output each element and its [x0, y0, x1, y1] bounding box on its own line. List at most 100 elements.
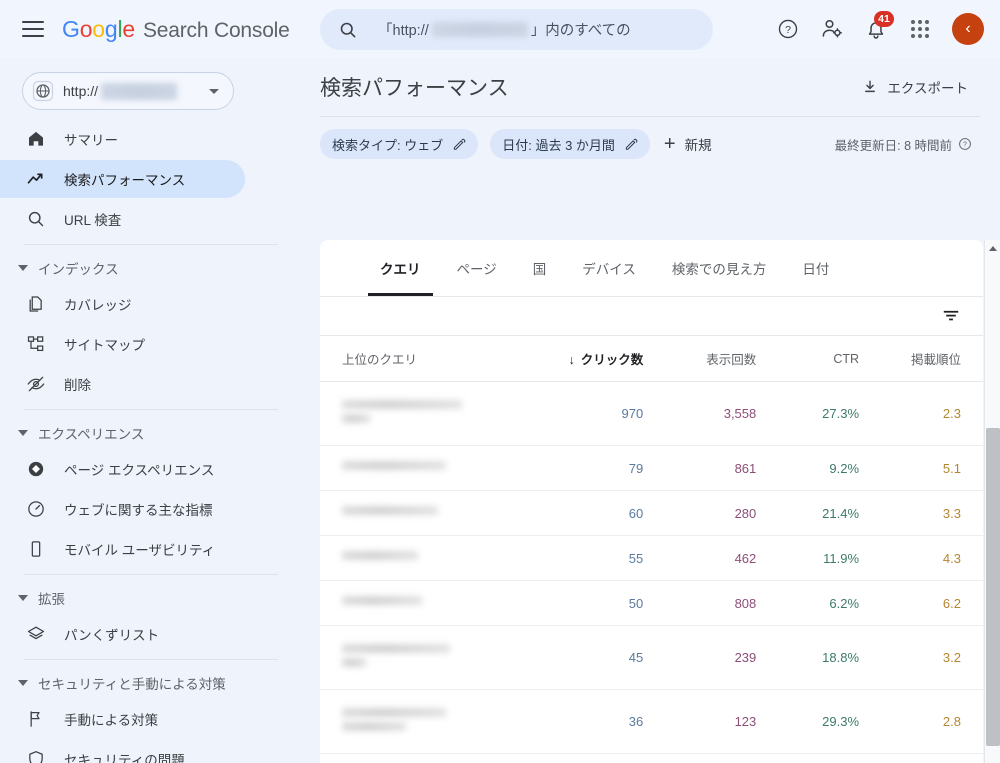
cell-impressions: 123	[659, 689, 773, 754]
sidebar-item-url-inspection[interactable]: URL 検査	[0, 200, 300, 238]
cell-ctr: 9.2%	[772, 445, 876, 491]
table-row[interactable]: 36 103 35% 1	[320, 753, 983, 763]
help-circle-icon[interactable]: ?	[958, 137, 972, 151]
sidebar-item-search-performance[interactable]: 検索パフォーマンス	[0, 160, 300, 198]
filter-funnel-icon[interactable]	[941, 308, 961, 324]
google-search-console-logo: G o o g l e Search Console	[62, 16, 290, 43]
pencil-icon[interactable]	[452, 137, 466, 151]
sidebar-item-summary[interactable]: サマリー	[0, 120, 300, 158]
svg-text:?: ?	[785, 24, 791, 36]
tab-label: クエリ	[380, 262, 421, 277]
global-search-input[interactable]: 「http:// 」内のすべての	[320, 9, 713, 50]
trending-up-icon	[27, 173, 43, 184]
cell-impressions: 861	[659, 445, 773, 491]
main-content: 検索パフォーマンス エクスポート 検索タイプ: ウェブ 日付: 過去 3 か月間…	[300, 58, 1000, 763]
sidebar-section-experience-header[interactable]: エクスペリエンス	[0, 416, 300, 450]
sidebar-item-core-web-vitals[interactable]: ウェブに関する主な指標	[0, 490, 300, 528]
sidebar-item-coverage[interactable]: カバレッジ	[0, 285, 300, 323]
tab-label: 日付	[802, 262, 830, 277]
notifications-bell-icon[interactable]: 41	[856, 9, 896, 49]
table-row[interactable]: 970 3,558 27.3% 2.3	[320, 381, 983, 446]
cell-clicks: 55	[535, 535, 660, 581]
cell-clicks: 50	[535, 580, 660, 626]
filter-chip-date[interactable]: 日付: 過去 3 か月間	[490, 129, 650, 159]
column-label: 表示回数	[706, 353, 757, 367]
filter-chip-search-type[interactable]: 検索タイプ: ウェブ	[320, 129, 479, 159]
tab-pages[interactable]: ページ	[439, 240, 515, 296]
vertical-scrollbar[interactable]	[984, 240, 1000, 763]
tab-dates[interactable]: 日付	[784, 240, 847, 296]
redacted-query-text	[342, 461, 446, 470]
cell-position: 3.2	[875, 625, 983, 690]
home-icon	[29, 131, 43, 146]
sidebar-item-security-issues[interactable]: セキュリティの問題	[0, 740, 300, 763]
sidebar-item-mobile-usability[interactable]: モバイル ユーザビリティ	[0, 530, 300, 568]
table-row[interactable]: 55 462 11.9% 4.3	[320, 535, 983, 581]
table-row[interactable]: 79 861 9.2% 5.1	[320, 445, 983, 491]
table-row[interactable]: 60 280 21.4% 3.3	[320, 490, 983, 536]
cell-clicks: 36	[535, 689, 660, 754]
tab-label: デバイス	[582, 262, 636, 277]
sidebar-item-removals[interactable]: 削除	[0, 365, 300, 403]
hamburger-menu-icon[interactable]	[22, 21, 44, 37]
sidebar-section-enhancements-header[interactable]: 拡張	[0, 581, 300, 615]
cell-ctr: 35%	[772, 753, 876, 763]
tab-devices[interactable]: デバイス	[564, 240, 654, 296]
table-body: 970 3,558 27.3% 2.3 79 861 9.2% 5.1 60 2…	[320, 381, 983, 763]
apps-grid-icon[interactable]	[900, 9, 940, 49]
property-label: http://	[63, 82, 180, 100]
column-header-ctr[interactable]: CTR	[772, 335, 876, 382]
sidebar-section-security-header[interactable]: セキュリティと手動による対策	[0, 666, 300, 700]
sidebar-section-title: 拡張	[38, 592, 65, 607]
table-row[interactable]: 50 808 6.2% 6.2	[320, 580, 983, 626]
tab-countries[interactable]: 国	[515, 240, 565, 296]
sidebar-divider	[24, 409, 278, 410]
column-header-position[interactable]: 掲載順位	[875, 335, 983, 382]
add-new-filter-label: 新規	[684, 138, 712, 153]
help-icon[interactable]: ?	[768, 9, 808, 49]
google-search-console-app: G o o g l e Search Console 「http:// 」内のす…	[0, 0, 1000, 763]
account-settings-icon[interactable]	[812, 9, 852, 49]
scroll-thumb[interactable]	[986, 428, 1000, 746]
add-new-filter-button[interactable]: + 新規	[664, 134, 712, 154]
cell-query	[320, 490, 536, 536]
tab-queries[interactable]: クエリ	[362, 240, 439, 296]
chevron-down-icon	[18, 265, 28, 271]
property-selector[interactable]: http://	[22, 72, 234, 110]
tab-label: 国	[532, 262, 547, 277]
scroll-up-arrow[interactable]	[985, 240, 1000, 256]
export-button[interactable]: エクスポート	[862, 77, 982, 97]
performance-table: 上位のクエリ ↓ クリック数 表示回数 CTR 掲載順位 970 3,558 2…	[320, 335, 983, 763]
redacted-query-text	[342, 399, 462, 409]
cell-ctr: 27.3%	[772, 381, 876, 446]
sidebar-item-breadcrumbs[interactable]: パンくずリスト	[0, 615, 300, 653]
column-label: 掲載順位	[910, 353, 961, 367]
redacted-property-domain	[101, 82, 178, 100]
column-header-query[interactable]: 上位のクエリ	[320, 335, 536, 382]
cell-impressions: 462	[659, 535, 773, 581]
search-placeholder-text: 「http:// 」内のすべての	[378, 19, 631, 40]
cell-position: 2.8	[875, 689, 983, 754]
redacted-query-text	[342, 596, 422, 605]
sidebar-item-sitemaps[interactable]: サイトマップ	[0, 325, 300, 363]
table-row[interactable]: 45 239 18.8% 3.2	[320, 625, 983, 690]
redacted-query-text	[342, 551, 418, 560]
dimension-tabs: クエリ ページ 国 デバイス 検索での見え方 日付	[320, 240, 983, 296]
performance-card: クエリ ページ 国 デバイス 検索での見え方 日付 上位のクエリ ↓ クリック数…	[320, 240, 983, 763]
column-header-impressions[interactable]: 表示回数	[659, 335, 773, 382]
sidebar-item-page-experience[interactable]: ページ エクスペリエンス	[0, 450, 300, 488]
sidebar-item-label: 検索パフォーマンス	[64, 173, 186, 188]
cell-query	[320, 753, 536, 763]
sidebar-section-index-header[interactable]: インデックス	[0, 251, 300, 285]
table-row[interactable]: 36 123 29.3% 2.8	[320, 689, 983, 754]
sidebar-primary-nav: サマリー 検索パフォーマンス URL 検査	[0, 120, 300, 238]
pencil-icon[interactable]	[624, 137, 638, 151]
page-experience-icon	[28, 461, 44, 477]
user-avatar[interactable]: ‹	[952, 13, 984, 45]
sidebar-item-manual-actions[interactable]: 手動による対策	[0, 700, 300, 738]
chevron-down-icon[interactable]	[209, 88, 219, 94]
tab-search-appearance[interactable]: 検索での見え方	[654, 240, 785, 296]
cell-position: 5.1	[875, 445, 983, 491]
column-header-clicks[interactable]: ↓ クリック数	[535, 335, 660, 382]
sidebar-divider	[24, 244, 278, 245]
